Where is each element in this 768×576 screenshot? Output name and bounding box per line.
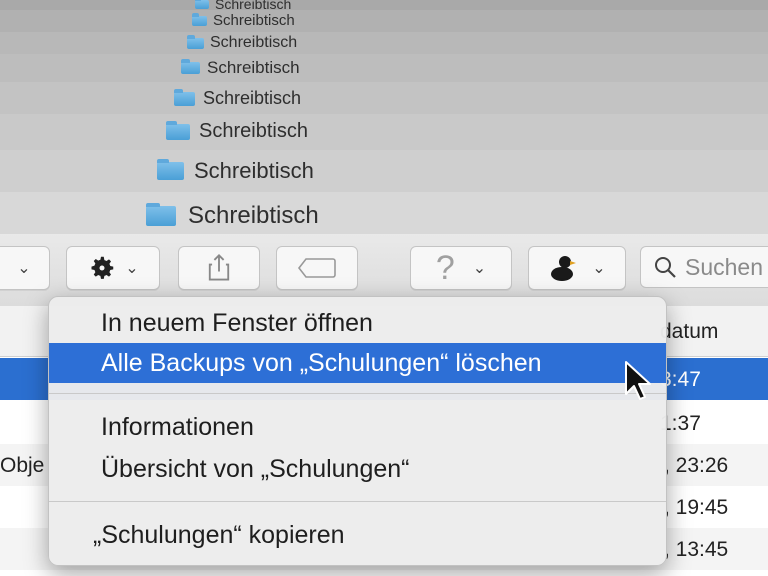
tags-button[interactable] bbox=[276, 246, 358, 290]
menu-item-open-new-window[interactable]: In neuem Fenster öffnen bbox=[49, 303, 666, 343]
stacked-window[interactable]: Schreibtisch bbox=[0, 82, 768, 115]
window-title: Schreibtisch bbox=[199, 120, 308, 142]
window-title: Schreibtisch bbox=[203, 88, 302, 108]
stacked-window[interactable]: Schreibtisch bbox=[0, 10, 768, 33]
window-title: Schreibtisch bbox=[210, 34, 298, 51]
menu-item-quick-look[interactable]: Übersicht von „Schulungen“ bbox=[49, 449, 666, 489]
stacked-window[interactable]: Schreibtisch bbox=[0, 114, 768, 151]
row-name: Obje bbox=[0, 454, 45, 477]
chevron-down-icon: ⌄ bbox=[592, 260, 606, 277]
folder-icon bbox=[146, 203, 176, 226]
folder-icon bbox=[181, 59, 200, 74]
folder-icon bbox=[195, 0, 209, 9]
search-icon bbox=[655, 257, 676, 278]
folder-icon bbox=[157, 159, 184, 180]
stacked-window[interactable]: Schreibtisch bbox=[0, 150, 768, 193]
menu-item-copy[interactable]: „Schulungen“ kopieren bbox=[49, 515, 666, 555]
menu-separator bbox=[49, 501, 666, 502]
column-header-date[interactable]: datum bbox=[660, 320, 718, 344]
gear-icon bbox=[91, 256, 114, 279]
share-button[interactable] bbox=[178, 246, 260, 290]
folder-icon bbox=[192, 12, 207, 26]
window-title: Schreibtisch bbox=[213, 12, 295, 29]
help-button[interactable]: ? ⌄ bbox=[410, 246, 512, 290]
action-menu-button[interactable]: ⌄ bbox=[66, 246, 160, 290]
folder-icon bbox=[187, 34, 204, 49]
window-title: Schreibtisch bbox=[188, 202, 319, 229]
menu-separator bbox=[49, 393, 666, 394]
app-extension-button[interactable]: ⌄ bbox=[528, 246, 626, 290]
chevron-down-icon: ⌄ bbox=[17, 260, 31, 277]
stacked-window[interactable]: Schreibtisch bbox=[0, 192, 768, 234]
menu-item-delete-all-backups[interactable]: Alle Backups von „Schulungen“ löschen bbox=[49, 343, 666, 383]
window-title: Schreibtisch bbox=[194, 158, 314, 183]
context-menu: In neuem Fenster öffnen Alle Backups von… bbox=[48, 296, 667, 566]
chevron-down-icon: ⌄ bbox=[125, 260, 139, 277]
view-options-button[interactable]: ⌄ bbox=[0, 246, 50, 290]
search-placeholder: Suchen bbox=[685, 253, 764, 280]
row-date: , 13:45 bbox=[664, 538, 729, 561]
folder-icon bbox=[166, 120, 190, 140]
folder-icon bbox=[174, 88, 195, 106]
search-field[interactable]: Suchen bbox=[640, 246, 768, 288]
stacked-window[interactable]: Schreibtisch bbox=[0, 32, 768, 55]
mouse-pointer-icon bbox=[625, 361, 651, 400]
duck-icon bbox=[551, 256, 577, 281]
question-mark-icon: ? bbox=[435, 248, 455, 287]
share-icon bbox=[208, 254, 230, 281]
chevron-down-icon: ⌄ bbox=[472, 260, 487, 277]
window-title: Schreibtisch bbox=[207, 58, 300, 77]
row-date: , 23:26 bbox=[664, 454, 729, 477]
row-date: , 19:45 bbox=[664, 496, 729, 519]
menu-item-get-info[interactable]: Informationen bbox=[49, 407, 666, 447]
stacked-window[interactable]: Schreibtisch bbox=[0, 54, 768, 83]
tag-icon bbox=[297, 258, 336, 278]
